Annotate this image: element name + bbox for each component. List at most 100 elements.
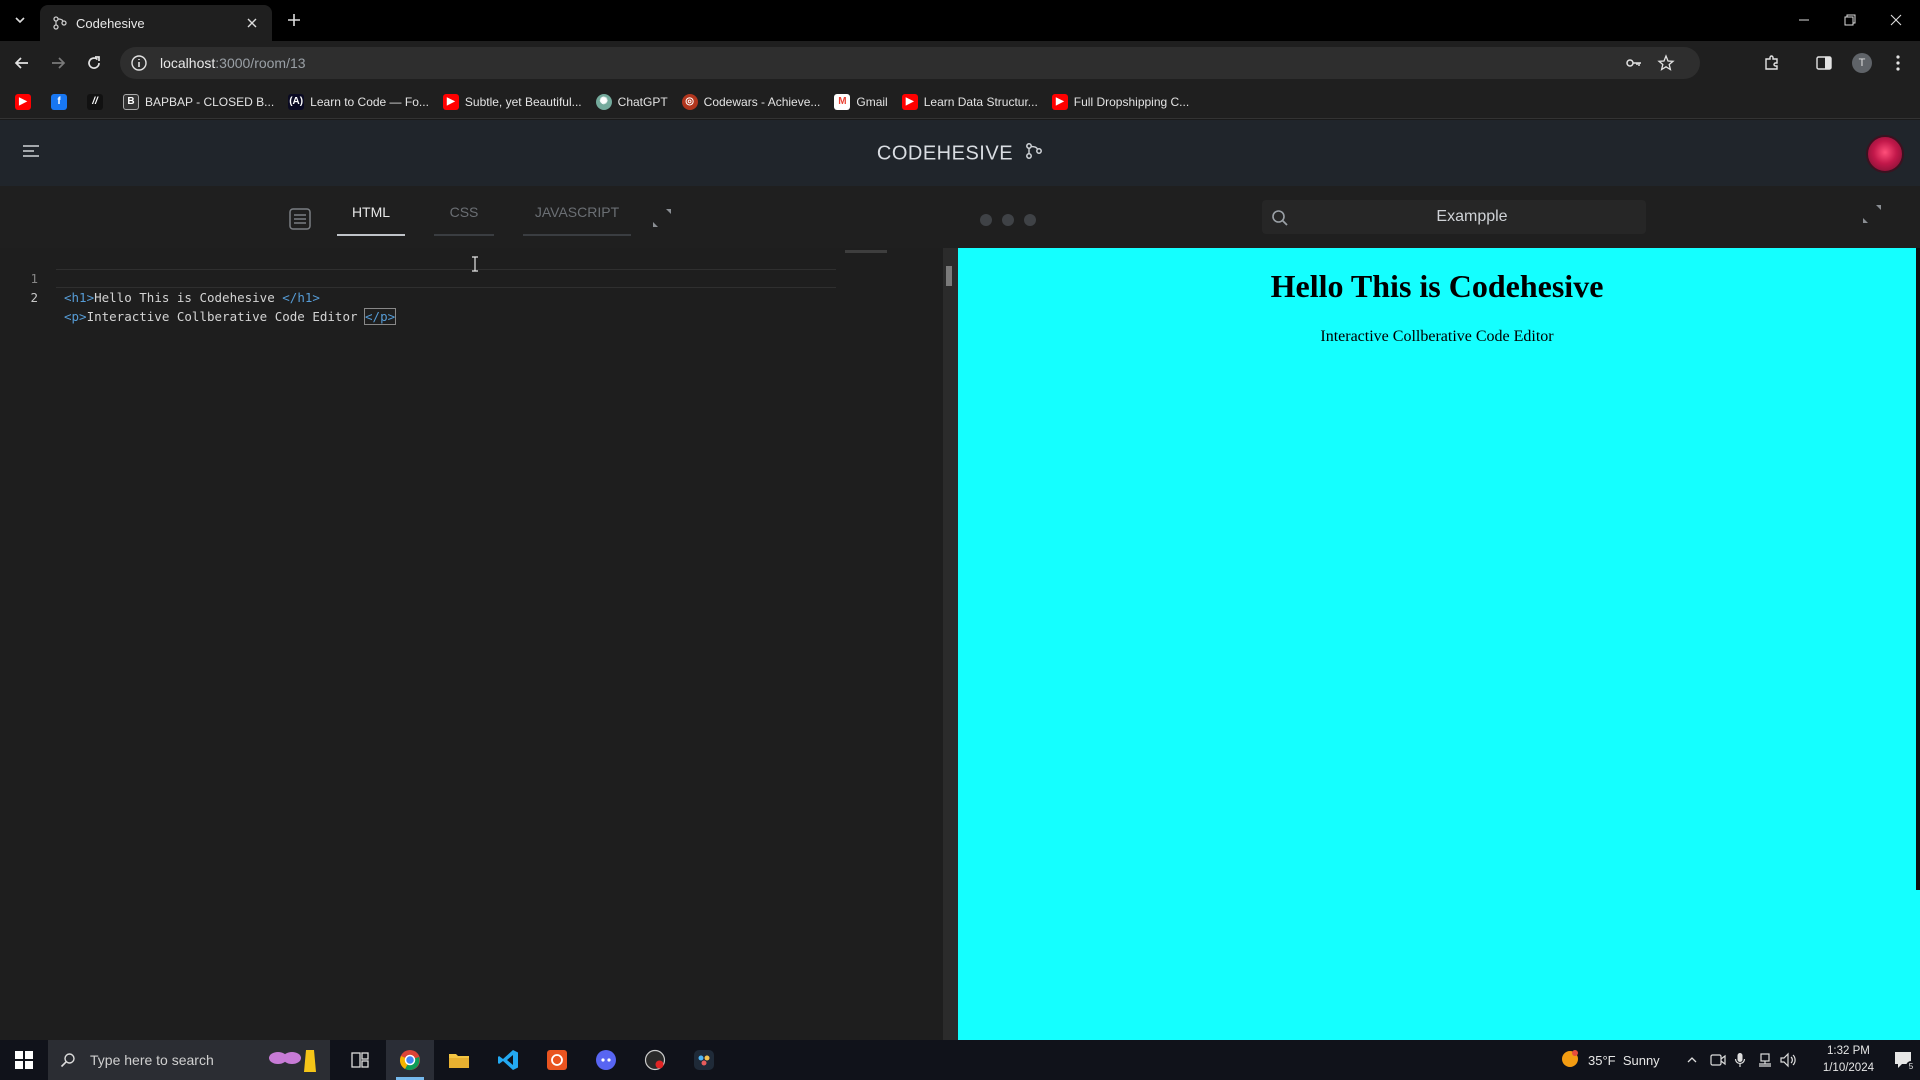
bookmark-facebook[interactable]: f <box>44 89 80 115</box>
restore-icon[interactable] <box>1828 6 1872 34</box>
clock-date: 1/10/2024 <box>1822 1062 1874 1074</box>
search-input[interactable] <box>1302 200 1642 234</box>
back-arrow-icon[interactable] <box>9 50 35 76</box>
bookmark-subtle[interactable]: ▶ Subtle, yet Beautiful... <box>436 89 589 115</box>
expand-preview-icon[interactable] <box>1860 202 1884 226</box>
bookmark-data-structures[interactable]: ▶ Learn Data Structur... <box>895 89 1045 115</box>
brand-title: CODEHESIVE <box>0 142 1920 166</box>
expand-editor-icon[interactable] <box>650 206 674 230</box>
sun-icon <box>1560 1049 1580 1072</box>
notification-count: 5 <box>1909 1062 1914 1071</box>
davinci-resolve-icon[interactable] <box>680 1040 728 1080</box>
bookmark-gmail[interactable]: M Gmail <box>827 89 894 115</box>
url-host: localhost <box>160 55 216 71</box>
close-tag: </h1> <box>282 290 320 305</box>
git-branch-icon <box>1025 142 1043 166</box>
app-header: CODEHESIVE <box>0 120 1920 186</box>
browser-tabstrip: Codehesive <box>0 0 1920 41</box>
address-bar[interactable]: localhost:3000/room/13 <box>120 47 1700 79</box>
bookmark-chatgpt[interactable]: ✺ ChatGPT <box>589 89 675 115</box>
search-icon <box>1270 208 1290 228</box>
window-close-icon[interactable] <box>1874 6 1918 34</box>
browser-tab[interactable]: Codehesive <box>40 5 272 41</box>
bookmark-star-icon[interactable] <box>1654 51 1678 75</box>
volume-icon[interactable] <box>1780 1040 1798 1080</box>
code-editor[interactable]: 1 <h1>Hello This is Codehesive </h1> 2 <… <box>0 248 943 1040</box>
window-dots <box>980 214 1036 226</box>
tab-list-chevron-icon[interactable] <box>8 8 32 32</box>
password-key-icon[interactable] <box>1622 51 1646 75</box>
vscode-icon[interactable] <box>484 1040 532 1080</box>
chrome-icon[interactable] <box>386 1040 434 1080</box>
bookmark-label: Learn Data Structur... <box>923 94 1038 109</box>
microphone-icon[interactable] <box>1734 1040 1746 1080</box>
site-info-icon[interactable] <box>130 54 148 72</box>
slash-icon: // <box>87 93 103 110</box>
youtube-icon: ▶ <box>901 93 918 110</box>
bookmark-label: Subtle, yet Beautiful... <box>464 94 582 109</box>
open-tag: <p> <box>64 309 87 324</box>
tab-close-icon[interactable] <box>244 15 260 31</box>
search-icon <box>60 1052 76 1068</box>
task-view-icon[interactable] <box>336 1040 384 1080</box>
search-highlight-illustration-icon <box>256 1044 326 1076</box>
code-line: 2 <p>Interactive Collberative Code Edito… <box>0 269 836 325</box>
line-number: 2 <box>30 290 38 305</box>
facebook-icon: f <box>51 93 67 110</box>
element-text: Interactive Collberative Code Editor <box>86 309 366 324</box>
profile-avatar[interactable]: T <box>1850 51 1874 75</box>
obs-record-icon[interactable] <box>631 1040 679 1080</box>
minimap[interactable] <box>845 250 887 253</box>
divider-grip[interactable] <box>946 266 952 286</box>
tab-html[interactable]: HTML <box>337 204 405 236</box>
bookmark-slash[interactable]: // <box>80 89 116 115</box>
split-divider[interactable] <box>943 248 958 1040</box>
chatgpt-icon: ✺ <box>595 93 612 110</box>
dot-icon <box>1024 214 1036 226</box>
bookmark-dropshipping[interactable]: ▶ Full Dropshipping C... <box>1045 89 1196 115</box>
extensions-puzzle-icon[interactable] <box>1760 51 1784 75</box>
brand-text: CODEHESIVE <box>876 142 1014 165</box>
tab-title: Codehesive <box>76 15 145 31</box>
reload-icon[interactable] <box>81 50 107 76</box>
preview-scrollbar[interactable] <box>1916 248 1920 1040</box>
browser-menu-kebab-icon[interactable] <box>1886 51 1910 75</box>
tray-chevron-up-icon[interactable] <box>1686 1040 1698 1080</box>
preview-paragraph: Interactive Collberative Code Editor <box>1320 328 1554 345</box>
bookmark-label: BAPBAP - CLOSED B... <box>145 94 275 109</box>
side-panel-icon[interactable] <box>1812 51 1836 75</box>
codehesive-favicon-icon <box>52 15 68 31</box>
forward-arrow-icon[interactable] <box>45 50 71 76</box>
dot-icon <box>980 214 992 226</box>
system-clock[interactable]: 1:32 PM 1/10/2024 <box>1823 1043 1874 1077</box>
tab-css[interactable]: CSS <box>434 204 494 236</box>
bookmark-label: Gmail <box>856 94 888 109</box>
ubuntu-app-icon[interactable] <box>533 1040 581 1080</box>
minimize-icon[interactable] <box>1782 6 1826 34</box>
document-lines-icon[interactable] <box>288 207 312 231</box>
bookmark-codewars[interactable]: ◎ Codewars - Achieve... <box>675 89 828 115</box>
bookmark-youtube[interactable]: ▶ <box>8 89 44 115</box>
tab-javascript[interactable]: JAVASCRIPT <box>523 204 631 236</box>
freecodecamp-icon: (A) <box>288 93 305 110</box>
weather-widget[interactable]: 35°F Sunny <box>1560 1040 1660 1080</box>
open-tag: <h1> <box>64 290 95 305</box>
network-icon[interactable] <box>1756 1040 1774 1080</box>
meet-now-icon[interactable] <box>1710 1040 1726 1080</box>
bookmark-freecodecamp[interactable]: (A) Learn to Code — Fo... <box>281 89 436 115</box>
preview-heading: Hello This is Codehesive <box>1270 268 1604 304</box>
notification-center-icon[interactable]: 5 <box>1892 1048 1916 1072</box>
bookmark-bapbap[interactable]: B BAPBAP - CLOSED B... <box>116 89 281 115</box>
taskbar-search[interactable]: Type here to search <box>48 1040 330 1080</box>
tab-label: CSS <box>449 204 479 220</box>
preview-search <box>1262 200 1646 234</box>
windows-start-icon[interactable] <box>0 1040 48 1080</box>
file-explorer-icon[interactable] <box>435 1040 483 1080</box>
user-avatar[interactable] <box>1866 135 1904 173</box>
live-preview: Hello This is Codehesive Interactive Col… <box>958 248 1916 1040</box>
new-tab-plus-icon[interactable] <box>282 8 306 32</box>
youtube-icon: ▶ <box>442 93 459 110</box>
discord-icon[interactable] <box>582 1040 630 1080</box>
bapbap-icon: B <box>123 93 139 110</box>
clock-time: 1:32 PM <box>1827 1045 1870 1057</box>
